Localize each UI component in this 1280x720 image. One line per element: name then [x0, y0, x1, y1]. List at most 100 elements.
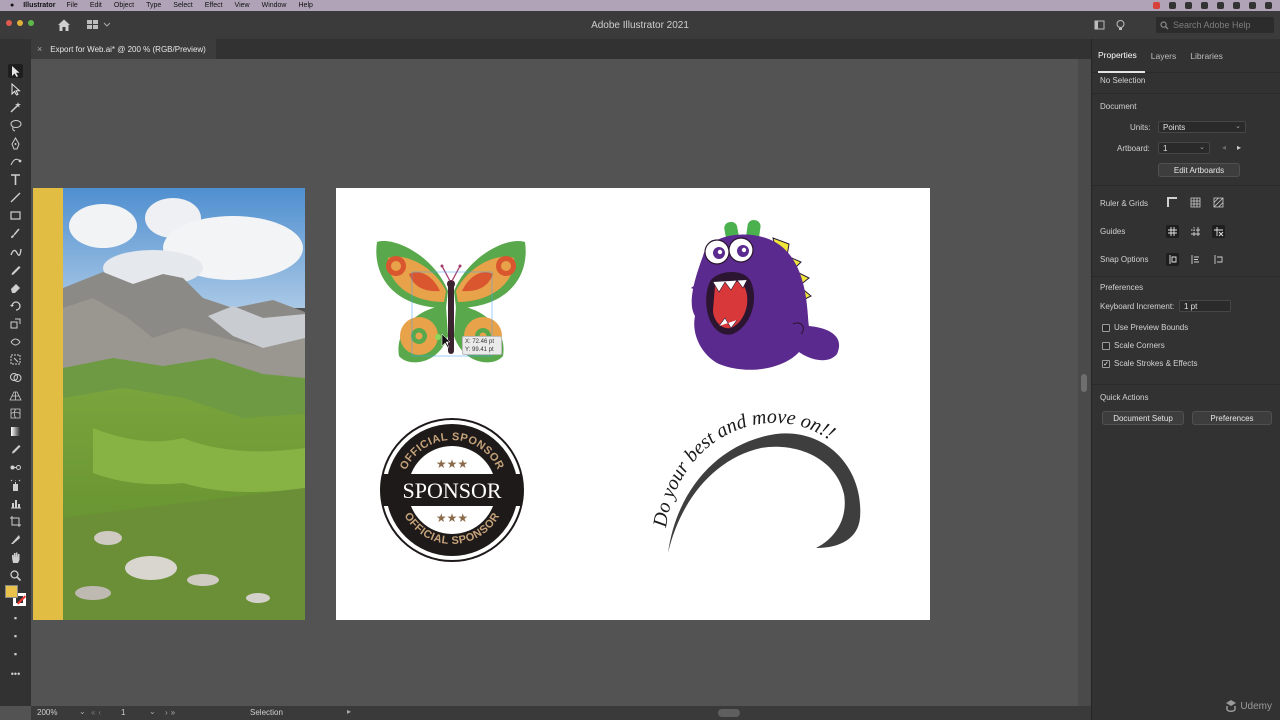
type-tool-icon[interactable]: [8, 172, 23, 186]
lightbulb-icon[interactable]: [1115, 18, 1126, 30]
wifi-icon[interactable]: [1201, 2, 1208, 9]
mesh-tool-icon[interactable]: [8, 406, 23, 420]
horizontal-scroll-thumb[interactable]: [718, 709, 740, 717]
scale-strokes-checkbox[interactable]: ✓ Scale Strokes & Effects: [1102, 359, 1197, 368]
sponsor-badge-artwork[interactable]: OFFICIAL SPONSOR OFFICIAL SPONSOR SPONSO…: [378, 416, 526, 564]
notification-icon[interactable]: [1265, 2, 1272, 9]
edit-artboards-button[interactable]: Edit Artboards: [1158, 163, 1240, 177]
ruler-icon[interactable]: [1166, 196, 1179, 209]
direct-selection-tool-icon[interactable]: [8, 82, 23, 96]
hand-tool-icon[interactable]: [8, 550, 23, 564]
artboard-number[interactable]: 1: [121, 708, 125, 717]
menu-window[interactable]: Window: [262, 2, 287, 9]
record-icon[interactable]: [1153, 2, 1160, 9]
fill-color-swatch[interactable]: [5, 585, 18, 598]
grid-icon[interactable]: [1189, 196, 1202, 209]
more-tools-icon[interactable]: •••: [8, 667, 23, 681]
artboard-tool-icon[interactable]: [8, 514, 23, 528]
paintbrush-tool-icon[interactable]: [8, 226, 23, 240]
slice-tool-icon[interactable]: [8, 532, 23, 546]
curvature-tool-icon[interactable]: [8, 154, 23, 168]
control-center-icon[interactable]: [1249, 2, 1256, 9]
rotate-tool-icon[interactable]: [8, 298, 23, 312]
menu-help[interactable]: Help: [299, 2, 313, 9]
menu-type[interactable]: Type: [146, 2, 161, 9]
selection-tool-icon[interactable]: [8, 64, 23, 78]
zoom-level[interactable]: 200%: [37, 708, 57, 717]
artboard-1[interactable]: X: 72.46 pt Y: 99.41 pt OFFICIAL SPONSOR…: [336, 188, 930, 620]
artboard-select[interactable]: 1 ⌄: [1158, 142, 1210, 154]
menu-effect[interactable]: Effect: [205, 2, 223, 9]
pencil-tool-icon[interactable]: [8, 262, 23, 276]
menu-view[interactable]: View: [235, 2, 250, 9]
use-preview-bounds-checkbox[interactable]: Use Preview Bounds: [1102, 323, 1188, 332]
close-tab-icon[interactable]: ×: [37, 44, 42, 54]
vertical-scrollbar[interactable]: [1078, 59, 1091, 706]
smart-guides-icon[interactable]: [1189, 225, 1202, 238]
free-transform-tool-icon[interactable]: [8, 352, 23, 366]
keyboard-increment-input[interactable]: 1 pt: [1179, 300, 1231, 312]
canvas-area[interactable]: X: 72.46 pt Y: 99.41 pt OFFICIAL SPONSOR…: [31, 59, 1078, 706]
shape-builder-tool-icon[interactable]: [8, 370, 23, 384]
units-select[interactable]: Points ⌄: [1158, 121, 1246, 133]
artboard-dropdown-icon[interactable]: ⌄: [149, 707, 156, 716]
symbol-sprayer-tool-icon[interactable]: [8, 478, 23, 492]
lasso-tool-icon[interactable]: [8, 118, 23, 132]
shaper-tool-icon[interactable]: [8, 244, 23, 258]
apple-icon[interactable]: ●: [10, 2, 14, 9]
scale-corners-checkbox[interactable]: Scale Corners: [1102, 341, 1165, 350]
help-search-input[interactable]: Search Adobe Help: [1156, 17, 1274, 33]
width-tool-icon[interactable]: [8, 334, 23, 348]
document-setup-button[interactable]: Document Setup: [1102, 411, 1184, 425]
status-menu-icon[interactable]: ▸: [347, 707, 351, 716]
show-guides-icon[interactable]: [1166, 225, 1179, 238]
scale-tool-icon[interactable]: [8, 316, 23, 330]
menu-select[interactable]: Select: [173, 2, 192, 9]
snap-to-grid-icon[interactable]: [1189, 253, 1202, 266]
next-artboard-icon[interactable]: ▸: [1237, 143, 1241, 152]
perspective-grid-tool-icon[interactable]: [8, 388, 23, 402]
vertical-scroll-thumb[interactable]: [1081, 374, 1087, 392]
horizontal-scrollbar[interactable]: [361, 709, 1061, 717]
curved-text-artwork[interactable]: Do your best and move on!!: [636, 398, 896, 568]
menu-file[interactable]: File: [67, 2, 78, 9]
battery-icon[interactable]: [1217, 2, 1224, 9]
zoom-dropdown-icon[interactable]: ⌄: [79, 707, 86, 716]
current-tool-label[interactable]: Selection: [250, 708, 283, 717]
color-mode-icon[interactable]: ▪: [8, 611, 23, 625]
line-tool-icon[interactable]: [8, 190, 23, 204]
menu-edit[interactable]: Edit: [90, 2, 102, 9]
rectangle-tool-icon[interactable]: [8, 208, 23, 222]
menu-object[interactable]: Object: [114, 2, 134, 9]
screen-mode-icon[interactable]: ▪: [8, 647, 23, 661]
tab-libraries[interactable]: Libraries: [1190, 39, 1231, 73]
snap-to-pixel-icon[interactable]: [1212, 253, 1225, 266]
fill-stroke-swatch[interactable]: [5, 585, 27, 607]
eraser-tool-icon[interactable]: [8, 280, 23, 294]
checkbox-unchecked-icon[interactable]: [1102, 323, 1110, 332]
tab-properties[interactable]: Properties: [1098, 39, 1145, 73]
transparency-grid-icon[interactable]: [1212, 196, 1225, 209]
previous-artboard-icon[interactable]: ◂: [1222, 143, 1226, 152]
artboard-nav-first[interactable]: «‹: [91, 708, 104, 717]
monster-artwork[interactable]: [689, 216, 844, 376]
eyedropper-tool-icon[interactable]: [8, 442, 23, 456]
creative-cloud-icon[interactable]: [1169, 2, 1176, 9]
column-graph-tool-icon[interactable]: [8, 496, 23, 510]
checkmark-icon[interactable]: ✓: [1102, 359, 1110, 368]
butterfly-artwork[interactable]: [374, 236, 529, 371]
landscape-photo[interactable]: [33, 188, 305, 620]
share-icon[interactable]: [1094, 18, 1105, 30]
gradient-tool-icon[interactable]: [8, 424, 23, 438]
snap-to-point-icon[interactable]: [1166, 253, 1179, 266]
document-tab[interactable]: × Export for Web.ai* @ 200 % (RGB/Previe…: [31, 39, 216, 59]
menu-app-name[interactable]: Illustrator: [23, 2, 55, 9]
lock-guides-icon[interactable]: [1212, 225, 1225, 238]
draw-mode-icon[interactable]: ▪: [8, 629, 23, 643]
blend-tool-icon[interactable]: [8, 460, 23, 474]
artboard-nav-next[interactable]: ›»: [165, 708, 178, 717]
tab-layers[interactable]: Layers: [1151, 39, 1185, 73]
pen-tool-icon[interactable]: [8, 136, 23, 150]
spotlight-icon[interactable]: [1233, 2, 1240, 9]
dropbox-icon[interactable]: [1185, 2, 1192, 9]
